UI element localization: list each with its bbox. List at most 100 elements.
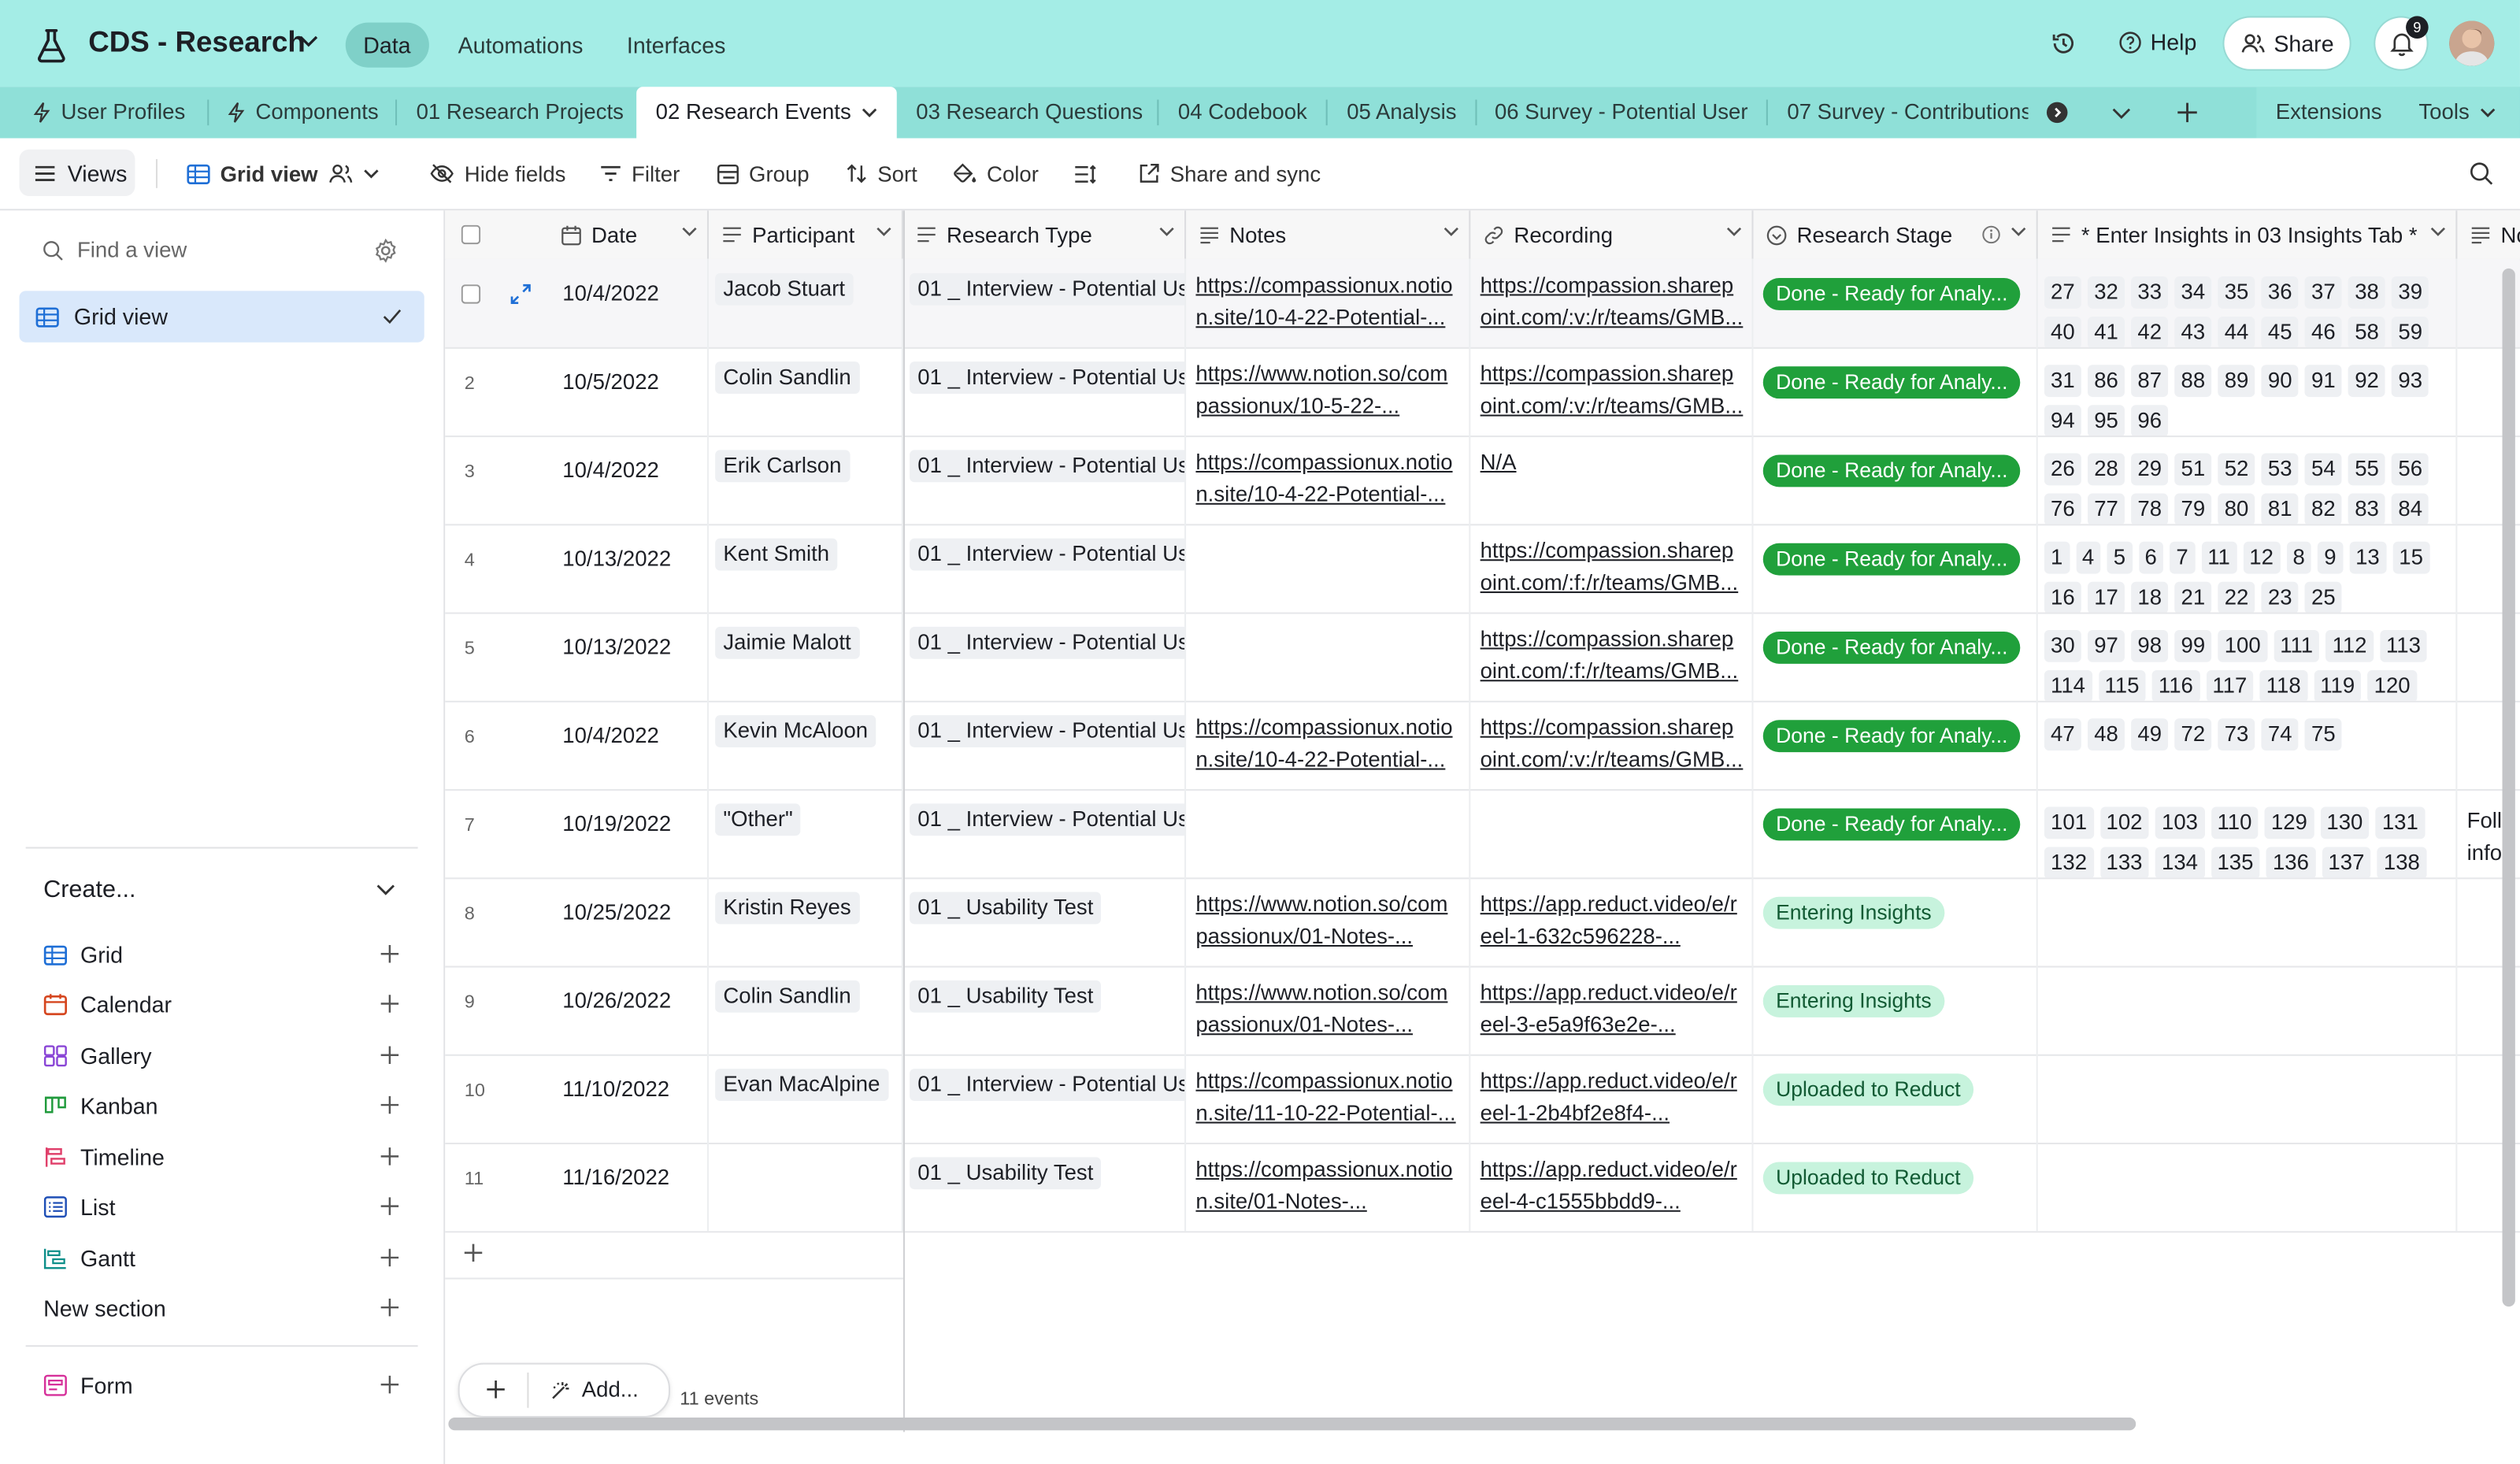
table-row[interactable]: 4 10/13/2022 Kent Smith 01 _ Interview - Po… (445, 524, 2520, 614)
insight-chip[interactable]: 114 (2044, 670, 2092, 701)
insights-cell[interactable] (2038, 877, 2458, 966)
recording-cell[interactable]: https://compassion.sharepoint.com/:v:/r/… (1470, 700, 1754, 790)
research-type-chip[interactable]: 01 _ Interview - Potential User (910, 272, 1185, 306)
notes-cell[interactable]: https://www.notion.so/compassionux/10-5-… (1186, 347, 1471, 436)
recording-cell[interactable]: https://app.reduct.video/e/reel-4-c1555b… (1470, 1143, 1754, 1232)
insight-chip[interactable]: 58 (2348, 317, 2386, 347)
recording-link[interactable]: https://compassion.sharepoint.com/:v:/r/… (1480, 270, 1744, 335)
notes-cell[interactable]: https://compassionux.notion.site/10-4-22… (1186, 258, 1471, 347)
create-heading[interactable]: Create... (43, 876, 135, 903)
insight-chip[interactable]: 113 (2379, 629, 2428, 662)
insight-chip[interactable]: 98 (2131, 629, 2169, 662)
plus-icon[interactable] (380, 1247, 401, 1269)
participant-cell[interactable]: Colin Sandlin (709, 347, 903, 436)
insight-chip[interactable]: 80 (2218, 493, 2255, 524)
plus-icon[interactable] (380, 1095, 401, 1116)
insight-chip[interactable]: 32 (2088, 276, 2125, 309)
table-row[interactable]: 3 10/4/2022 Erik Carlson 01 _ Interview - P… (445, 435, 2520, 526)
row-number-cell[interactable]: 11 (445, 1143, 548, 1231)
participant-cell[interactable]: "Other" (709, 789, 903, 878)
recording-cell[interactable]: https://app.reduct.video/e/reel-1-632c59… (1470, 877, 1754, 966)
insight-chip[interactable]: 35 (2218, 276, 2255, 309)
plus-icon[interactable] (380, 1146, 401, 1167)
insight-chip[interactable]: 78 (2131, 493, 2169, 524)
insight-chip[interactable]: 47 (2044, 718, 2081, 751)
research-type-chip[interactable]: 01 _ Interview - Potential User (910, 450, 1185, 483)
insight-chip[interactable]: 49 (2131, 718, 2169, 751)
create-gallery[interactable]: Gallery (43, 1036, 400, 1075)
recording-cell[interactable]: https://app.reduct.video/e/reel-3-e5a9f6… (1470, 965, 1754, 1054)
recording-link[interactable]: https://app.reduct.video/e/reel-4-c1555b… (1480, 1154, 1744, 1218)
search-icon[interactable] (2469, 161, 2495, 187)
research-type-cell[interactable]: 01 _ Interview - Potential User (903, 612, 1187, 701)
insight-chip[interactable]: 28 (2088, 453, 2125, 486)
research-type-chip[interactable]: 01 _ Usability Test (910, 1157, 1102, 1190)
add-options-button[interactable]: Add... (550, 1377, 639, 1402)
row-number-cell[interactable]: 10 (445, 1054, 548, 1143)
research-type-chip[interactable]: 01 _ Interview - Potential User (910, 715, 1185, 747)
insight-chip[interactable]: 8 (2286, 541, 2311, 574)
insight-chip[interactable]: 136 (2266, 847, 2316, 878)
nav-automations[interactable]: Automations (440, 23, 601, 68)
create-new-section[interactable]: New section (43, 1289, 400, 1328)
chevron-down-icon[interactable] (2112, 108, 2131, 120)
insight-chip[interactable]: 59 (2392, 317, 2429, 347)
insight-chip[interactable]: 53 (2261, 453, 2299, 486)
insights-cell[interactable] (2038, 1054, 2458, 1143)
chevron-down-icon[interactable] (876, 227, 891, 238)
date-cell[interactable]: 10/19/2022 (548, 789, 709, 878)
insight-chip[interactable]: 137 (2322, 847, 2371, 878)
insight-chip[interactable]: 56 (2392, 453, 2429, 486)
research-type-cell[interactable]: 01 _ Interview - Potential User (903, 435, 1187, 524)
insight-chip[interactable]: 77 (2088, 493, 2125, 524)
insight-chip[interactable]: 12 (2243, 541, 2281, 574)
research-stage-cell[interactable]: Done - Ready for Analy... (1754, 700, 2038, 790)
insight-chip[interactable]: 102 (2099, 806, 2149, 839)
research-type-cell[interactable]: 01 _ Usability Test (903, 965, 1187, 1054)
research-type-chip[interactable]: 01 _ Interview - Potential User (910, 803, 1185, 836)
row-number-cell[interactable]: 8 (445, 877, 548, 965)
insight-chip[interactable]: 99 (2174, 629, 2212, 662)
info-icon[interactable] (1981, 225, 2000, 244)
create-list[interactable]: List (43, 1188, 400, 1226)
horizontal-scrollbar[interactable] (448, 1417, 2136, 1431)
participant-chip[interactable]: Jacob Stuart (715, 272, 854, 306)
insight-chip[interactable]: 75 (2304, 718, 2342, 751)
insight-chip[interactable]: 17 (2088, 581, 2125, 613)
sort-button[interactable]: Sort (845, 156, 917, 191)
insight-chip[interactable]: 132 (2044, 847, 2094, 878)
insight-chip[interactable]: 116 (2151, 670, 2200, 701)
insight-chip[interactable]: 74 (2261, 718, 2299, 751)
insight-chip[interactable]: 52 (2218, 453, 2255, 486)
participant-cell[interactable]: Evan MacAlpine (709, 1054, 903, 1143)
plus-icon[interactable] (380, 1045, 401, 1066)
insight-chip[interactable]: 30 (2044, 629, 2081, 662)
insight-chip[interactable]: 111 (2274, 629, 2320, 662)
insight-chip[interactable]: 138 (2377, 847, 2427, 878)
views-button[interactable]: Views (19, 149, 135, 196)
date-cell[interactable]: 10/25/2022 (548, 877, 709, 966)
date-cell[interactable]: 10/26/2022 (548, 965, 709, 1054)
insights-cell[interactable] (2038, 1143, 2458, 1232)
group-button[interactable]: Group (717, 156, 810, 191)
chevron-down-icon[interactable] (1726, 227, 1742, 238)
create-gantt[interactable]: Gantt (43, 1239, 400, 1277)
plus-icon[interactable] (380, 1297, 401, 1318)
insight-chip[interactable]: 1 (2044, 541, 2070, 574)
create-kanban[interactable]: Kanban (43, 1087, 400, 1125)
insight-chip[interactable]: 7 (2170, 541, 2195, 574)
insight-chip[interactable]: 41 (2088, 317, 2125, 347)
insight-chip[interactable]: 112 (2325, 629, 2374, 662)
research-type-chip[interactable]: 01 _ Interview - Potential User (910, 626, 1185, 659)
research-stage-cell[interactable]: Done - Ready for Analy... (1754, 258, 2038, 347)
insight-chip[interactable]: 94 (2044, 405, 2081, 436)
notes-link[interactable]: https://compassionux.notion.site/10-4-22… (1195, 270, 1459, 335)
research-type-cell[interactable]: 01 _ Usability Test (903, 877, 1187, 966)
nav-data[interactable]: Data (345, 22, 429, 68)
column-header-next[interactable]: No (2457, 210, 2520, 258)
notes-cell[interactable]: https://compassionux.notion.site/10-4-22… (1186, 700, 1471, 790)
sidebar-item-grid-view[interactable]: Grid view (19, 291, 424, 343)
insight-chip[interactable]: 40 (2044, 317, 2081, 347)
notes-cell[interactable]: https://www.notion.so/compassionux/01-No… (1186, 877, 1471, 966)
insight-chip[interactable]: 38 (2348, 276, 2386, 309)
